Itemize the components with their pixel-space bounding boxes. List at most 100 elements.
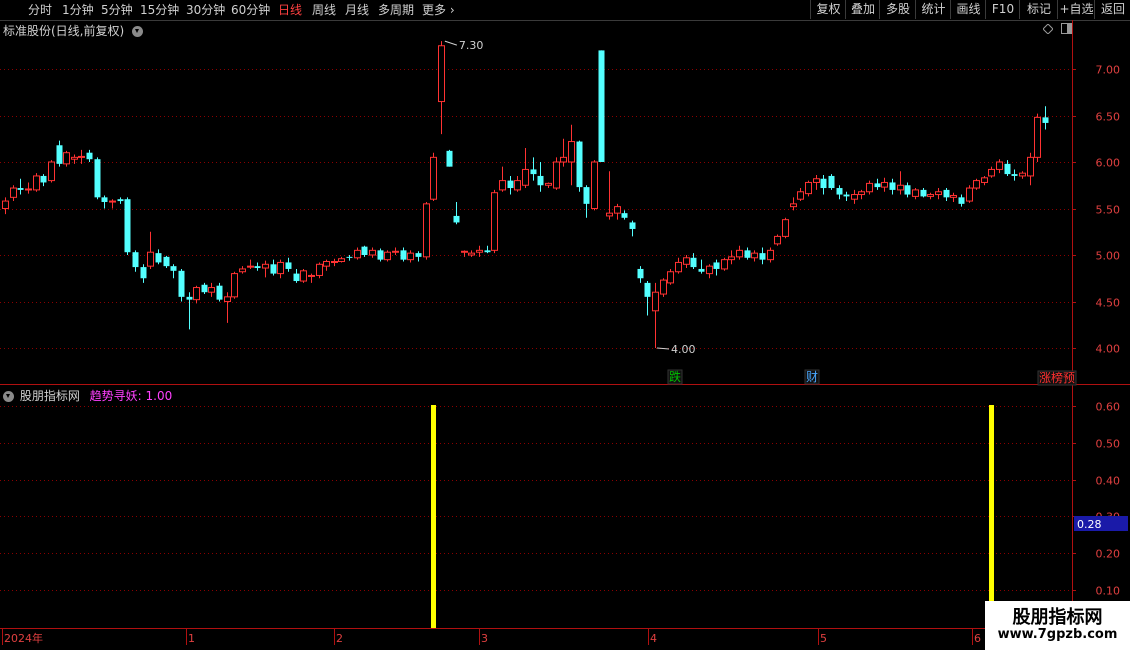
candle-body (216, 285, 223, 300)
x-axis-label: 2 (336, 632, 343, 645)
candle-body (698, 268, 705, 272)
watermark-line1: 股朋指标网 (1012, 607, 1103, 628)
candle-body (981, 177, 988, 183)
watermark-line2: www.7gpzb.com (997, 627, 1118, 642)
candle-body (170, 266, 177, 271)
candle-body (836, 188, 843, 195)
candle-body (247, 265, 254, 268)
candle-body (637, 268, 644, 279)
candle-body (430, 156, 437, 200)
candle-body (277, 261, 284, 275)
signal-bar (431, 405, 436, 628)
candle-body (843, 194, 850, 197)
candle-body (446, 150, 453, 167)
candle-body (293, 273, 300, 282)
candle-body (912, 189, 919, 197)
candle-body (851, 194, 858, 200)
candle-body (797, 191, 804, 200)
candle-body (78, 155, 85, 158)
candle-body (338, 258, 345, 263)
low-marker-arrow (656, 347, 670, 350)
indicator-y-tick-label: 0.40 (1096, 475, 1121, 488)
indicator-y-tick-label: 0.10 (1096, 585, 1121, 598)
candle-body (285, 262, 292, 269)
indicator-y-tick-label: 0.60 (1096, 401, 1121, 414)
candle-body (988, 168, 995, 177)
candle-body (1004, 163, 1011, 175)
candle-body (56, 145, 63, 164)
candle-body (109, 200, 116, 203)
candle-body (63, 152, 70, 165)
candle-body (759, 253, 766, 260)
candle-body (943, 189, 950, 198)
candle-body (491, 192, 498, 251)
candle-body (300, 270, 307, 282)
x-axis-label: 3 (481, 632, 488, 645)
candle-body (530, 169, 537, 175)
candle-body (537, 175, 544, 186)
candle-body (239, 268, 246, 273)
candle-body (897, 184, 904, 191)
candle-body (904, 185, 911, 195)
candle-body (186, 296, 193, 300)
candle-body (621, 213, 628, 218)
main-y-tick-label: 6.50 (1096, 111, 1121, 124)
candle-body (545, 182, 552, 186)
candle-body (377, 250, 384, 260)
indicator-y-tick-label: 0.50 (1096, 438, 1121, 451)
candle-body (163, 256, 170, 267)
x-axis-label: 6 (974, 632, 981, 645)
candle-body (476, 249, 483, 253)
candle-body (25, 188, 32, 191)
candle-body (224, 296, 231, 303)
candle-body (33, 175, 40, 191)
candle-body (208, 287, 215, 293)
candle-body (71, 156, 78, 160)
candle-body (1042, 117, 1049, 123)
candle-body (270, 264, 277, 274)
candle-body (124, 199, 131, 253)
candle-body (423, 203, 430, 258)
current-value-label: 0.28 (1077, 518, 1102, 531)
candle-body (94, 159, 101, 198)
candle-body (744, 250, 751, 258)
x-axis-label: 2024年 (4, 631, 43, 645)
candle-body (86, 152, 93, 160)
candle-body (973, 180, 980, 189)
candle-body (920, 189, 927, 197)
candle-body (568, 141, 575, 163)
candle-body (591, 161, 598, 209)
high-marker-label: 7.30 (459, 39, 484, 52)
candle-body (468, 252, 475, 256)
main-y-tick-label: 5.50 (1096, 204, 1121, 217)
main-y-tick-label: 5.00 (1096, 250, 1121, 263)
candle-body (2, 200, 9, 209)
candle-body (499, 180, 506, 191)
main-y-tick-label: 4.50 (1096, 297, 1121, 310)
x-axis-label: 4 (650, 632, 657, 645)
candle-body (560, 156, 567, 163)
candle-body (553, 161, 560, 189)
low-marker-label: 4.00 (671, 343, 696, 356)
candle-body (522, 168, 529, 186)
candle-body (813, 178, 820, 183)
candle-body (48, 161, 55, 182)
candle-body (361, 246, 368, 255)
candle-body (996, 161, 1003, 170)
candle-body (683, 257, 690, 265)
candle-body (675, 261, 682, 273)
candle-body (254, 266, 261, 269)
candle-body (583, 187, 590, 204)
candle-body (935, 191, 942, 196)
candle-body (790, 203, 797, 208)
watermark-logo: 股朋指标网 www.7gpzb.com (985, 601, 1130, 650)
candle-body (155, 253, 162, 263)
candle-body (652, 291, 659, 312)
candle-body (132, 252, 139, 268)
candle-body (453, 215, 460, 223)
candle-body (966, 187, 973, 202)
candle-body (858, 191, 865, 196)
main-y-tick-label: 4.00 (1096, 343, 1121, 356)
main-y-tick-label: 6.00 (1096, 157, 1121, 170)
event-marker-label: 涨榜预 (1039, 370, 1075, 385)
